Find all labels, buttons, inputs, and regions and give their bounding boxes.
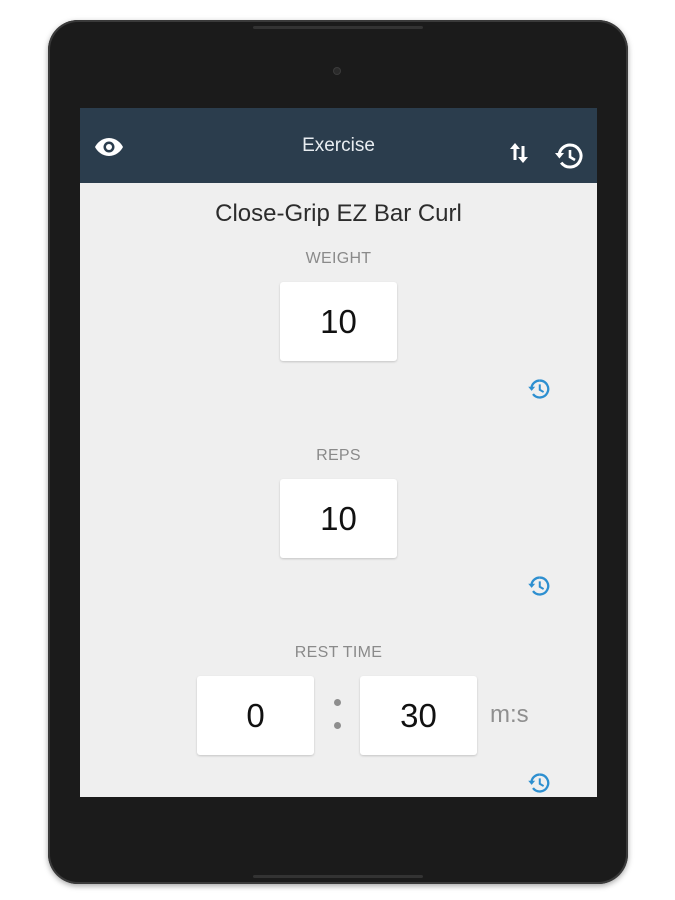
history-icon	[528, 576, 550, 596]
exercise-name: Close-Grip EZ Bar Curl	[215, 200, 462, 227]
app-screen: Exercise Close-Grip EZ Bar Curl WEIGHT 1…	[80, 108, 597, 797]
weight-label: WEIGHT	[305, 250, 372, 267]
weight-input[interactable]: 10	[280, 282, 397, 361]
speaker-slot	[253, 26, 423, 29]
history-button[interactable]	[552, 141, 586, 171]
rest-time-label: REST TIME	[294, 644, 383, 661]
reps-history-button[interactable]	[526, 574, 552, 598]
app-bar: Exercise	[80, 108, 597, 183]
swap-vertical-icon	[510, 143, 528, 163]
history-icon	[528, 773, 550, 793]
rest-minutes-input[interactable]: 0	[197, 676, 314, 755]
sort-button[interactable]	[506, 138, 532, 168]
weight-history-button[interactable]	[526, 377, 552, 401]
reps-input[interactable]: 10	[280, 479, 397, 558]
time-unit-label: m:s	[490, 701, 529, 728]
bottom-speaker-slot	[253, 875, 423, 878]
history-icon	[528, 379, 550, 399]
front-camera	[334, 68, 340, 74]
rest-time-history-button[interactable]	[526, 771, 552, 795]
rest-seconds-input[interactable]: 30	[360, 676, 477, 755]
history-icon	[555, 143, 583, 169]
reps-label: REPS	[316, 447, 361, 464]
time-separator	[334, 699, 341, 745]
